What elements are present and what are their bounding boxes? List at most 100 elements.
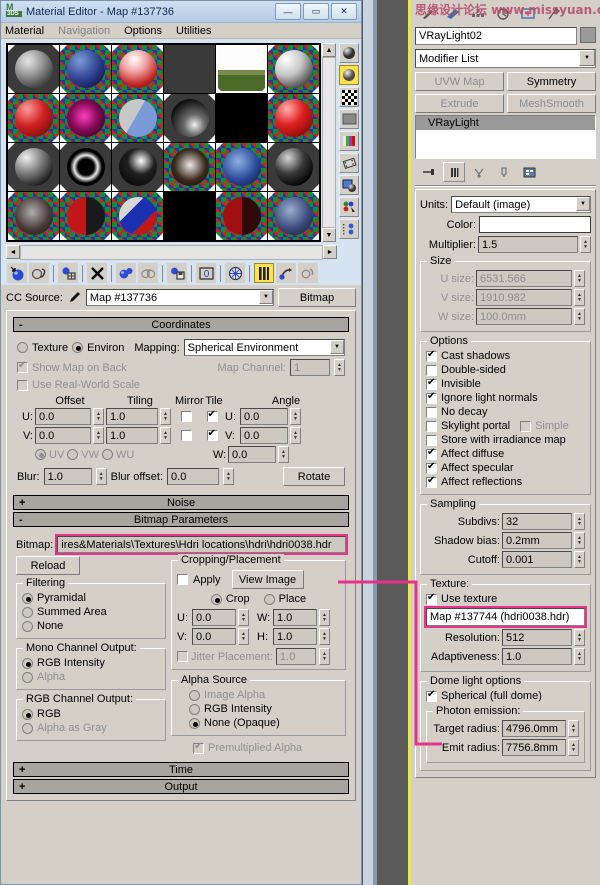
sample-slot-vertical-toolbar[interactable] [339, 43, 359, 242]
make-material-copy-icon[interactable] [116, 263, 136, 283]
menu-item-options[interactable]: Options [124, 25, 162, 37]
modifier-list-value[interactable]: Modifier List [415, 49, 596, 68]
mono-rgb-intensity-radio[interactable] [22, 657, 33, 669]
multiplier-input[interactable]: 1.5 [478, 236, 578, 253]
option-checkbox-affect-diffuse[interactable] [426, 447, 437, 460]
offset-v-input[interactable]: 0.0 [35, 427, 91, 444]
emit-radius-input[interactable]: 7756.8mm [502, 739, 566, 756]
symmetry-button[interactable]: Symmetry [507, 72, 596, 91]
mapping-dropdown[interactable]: Spherical Environment ▼ [183, 339, 345, 356]
texture-radio[interactable] [17, 342, 28, 353]
configure-sets-icon[interactable] [518, 162, 540, 182]
sample-slot-4[interactable] [164, 45, 215, 93]
map-channel-spinner[interactable]: ▲ ▼ [334, 359, 345, 376]
angle-v-input[interactable]: 0.0 [240, 427, 288, 444]
w-size-spinner[interactable]: ▲ ▼ [574, 308, 585, 325]
show-map-on-back-checkbox[interactable] [17, 360, 28, 373]
eyedropper-icon[interactable] [67, 290, 82, 305]
option-checkbox-affect-specular[interactable] [426, 461, 437, 474]
crop-v-input[interactable]: 0.0 [192, 628, 236, 645]
crop-w-spinner[interactable]: ▲ ▼ [319, 609, 330, 626]
sample-slot-19[interactable] [8, 192, 59, 240]
sample-slot-grid[interactable] [6, 43, 321, 242]
blur-input[interactable]: 1.0 [43, 468, 92, 485]
sample-slot-23[interactable] [216, 192, 267, 240]
target-radius-input[interactable]: 4796.0mm [502, 720, 566, 737]
time-rollout-header[interactable]: + Time [13, 762, 349, 777]
spherical-full-dome-checkbox[interactable] [426, 689, 437, 702]
angle-v-spinner[interactable]: ▲ ▼ [290, 427, 301, 444]
alpha-rgb-intensity-radio[interactable] [189, 703, 200, 715]
menu-item-utilities[interactable]: Utilities [176, 25, 211, 37]
map-channel-value[interactable]: 1 [290, 359, 330, 376]
option-checkbox-ignore-light-normals[interactable] [426, 391, 437, 404]
units-dropdown[interactable]: Default (image) ▼ [451, 196, 591, 213]
slot-vertical-scrollbar[interactable]: ▲ ▼ [322, 43, 336, 242]
menu-item-navigation[interactable]: Navigation [58, 25, 110, 37]
sample-slot-24[interactable] [268, 192, 319, 240]
chevron-down-icon[interactable]: ▼ [579, 50, 595, 66]
option-checkbox-double-sided[interactable] [426, 364, 437, 376]
scroll-track[interactable] [322, 57, 336, 228]
view-image-button[interactable]: View Image [231, 570, 304, 589]
offset-u-spinner[interactable]: ▲ ▼ [93, 408, 104, 425]
u-size-input[interactable]: 6531.566 [476, 270, 572, 287]
coordinates-rollout-header[interactable]: - Coordinates [13, 317, 349, 332]
crop-h-spinner[interactable]: ▲ ▼ [319, 628, 330, 645]
put-material-to-scene-icon[interactable] [29, 263, 49, 283]
v-size-input[interactable]: 1910.982 [476, 289, 572, 306]
close-button[interactable]: ✕ [331, 3, 357, 20]
angle-u-spinner[interactable]: ▲ ▼ [290, 408, 301, 425]
tile-u-checkbox[interactable] [206, 409, 218, 422]
bitmap-path-button[interactable]: ires&Materials\Textures\Hdri locations\h… [55, 534, 348, 555]
backlight-icon[interactable] [339, 65, 359, 85]
resolution-spinner[interactable]: ▲ ▼ [574, 629, 585, 646]
crop-w-input[interactable]: 1.0 [273, 609, 317, 626]
output-rollout-header[interactable]: + Output [13, 779, 349, 794]
tiling-v-spinner[interactable]: ▲ ▼ [160, 427, 171, 444]
cutoff-spinner[interactable]: ▲ ▼ [574, 551, 585, 568]
multiplier-spinner[interactable]: ▲ ▼ [580, 236, 591, 253]
u-size-spinner[interactable]: ▲ ▼ [574, 270, 585, 287]
sample-uv-tiling-icon[interactable] [339, 109, 359, 129]
texture-map-button[interactable]: Map #137744 (hdri0038.hdr) [424, 606, 587, 628]
blur-offset-input[interactable]: 0.0 [167, 468, 220, 485]
option-checkbox-no-decay[interactable] [426, 406, 437, 418]
video-color-check-icon[interactable] [339, 131, 359, 151]
jitter-input[interactable]: 1.0 [275, 648, 316, 665]
emit-radius-spinner[interactable]: ▲ ▼ [568, 739, 579, 756]
crop-radio[interactable] [210, 593, 222, 605]
blur-offset-spinner[interactable]: ▲ ▼ [223, 468, 235, 485]
filtering-none-radio[interactable] [22, 620, 33, 632]
scroll-right-button[interactable]: ► [323, 245, 337, 259]
chevron-down-icon[interactable]: ▼ [576, 197, 590, 211]
put-to-library-icon[interactable] [167, 263, 187, 283]
maximize-button[interactable]: ▭ [303, 3, 329, 20]
option-checkbox-cast-shadows[interactable] [426, 349, 437, 362]
go-to-parent-icon[interactable] [276, 263, 296, 283]
mirror-u-checkbox[interactable] [180, 411, 192, 422]
command-panel-tabs[interactable]: 思缘设计论坛 www.missyuan.com [415, 3, 600, 25]
sample-slot-5[interactable] [216, 45, 267, 93]
rotate-button[interactable]: Rotate [283, 467, 345, 486]
map-name-value[interactable]: Map #137736 [85, 289, 274, 306]
remove-modifier-icon[interactable] [493, 162, 515, 182]
modifier-stack-item-vraylight[interactable]: VRayLight [416, 116, 595, 130]
map-name-dropdown[interactable]: Map #137736 ▼ [85, 289, 274, 306]
chevron-down-icon[interactable]: ▼ [259, 290, 273, 304]
uvw-map-button[interactable]: UVW Map [415, 72, 504, 91]
light-color-swatch[interactable] [479, 216, 591, 233]
angle-u-input[interactable]: 0.0 [240, 408, 288, 425]
option-checkbox-store-with-irradiance-map[interactable] [426, 434, 437, 446]
sample-slot-16[interactable] [164, 143, 215, 191]
crop-u-input[interactable]: 0.0 [192, 609, 236, 626]
premultiplied-alpha-checkbox[interactable] [193, 741, 204, 754]
mapping-value[interactable]: Spherical Environment [183, 339, 345, 356]
sample-slot-3[interactable] [112, 45, 163, 93]
use-texture-checkbox[interactable] [426, 592, 437, 605]
modifier-stack[interactable]: VRayLight [415, 115, 596, 159]
crop-v-spinner[interactable]: ▲ ▼ [238, 628, 249, 645]
scroll-up-button[interactable]: ▲ [322, 43, 336, 57]
minimize-button[interactable]: — [275, 3, 301, 20]
modifier-list-dropdown[interactable]: Modifier List ▼ [415, 49, 596, 68]
